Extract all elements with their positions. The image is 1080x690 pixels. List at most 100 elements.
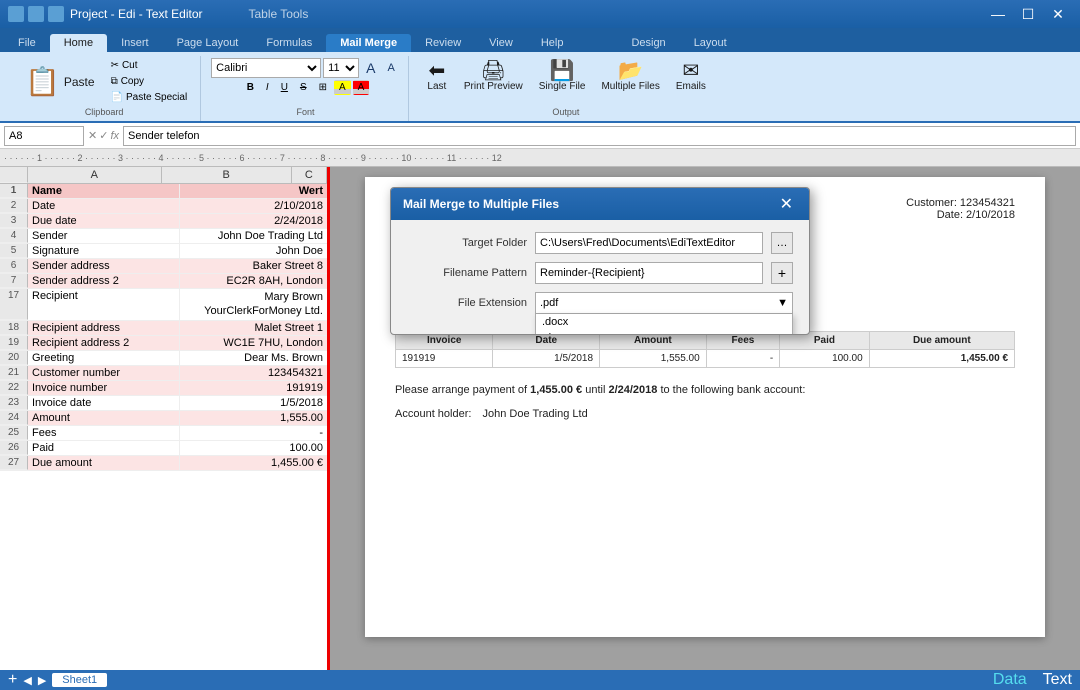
borders-button[interactable]: ⊞: [314, 80, 332, 95]
data-label[interactable]: Data: [993, 671, 1027, 689]
emails-button[interactable]: ✉ Emails: [669, 58, 713, 95]
app-icon-1: [8, 6, 24, 22]
cell-b25[interactable]: -: [180, 426, 328, 440]
cell-a27[interactable]: Due amount: [28, 456, 180, 470]
next-sheet-button[interactable]: ▶: [38, 674, 46, 687]
cell-a4[interactable]: Sender: [28, 229, 180, 243]
tab-layout[interactable]: Layout: [680, 34, 741, 52]
maximize-button[interactable]: ☐: [1014, 3, 1042, 25]
bold-button[interactable]: B: [242, 80, 259, 95]
paste-special-button[interactable]: 📄 Paste Special: [106, 90, 193, 105]
tab-mail-merge[interactable]: Mail Merge: [326, 34, 411, 52]
formula-input[interactable]: [123, 126, 1076, 146]
italic-button[interactable]: I: [261, 80, 274, 95]
print-preview-icon: 🖨: [481, 61, 506, 81]
cell-a26[interactable]: Paid: [28, 441, 180, 455]
table-row: 17 Recipient Mary Brown YourClerkForMone…: [0, 289, 327, 321]
cell-a1[interactable]: Name: [28, 184, 180, 198]
decrease-font-button[interactable]: A: [383, 60, 400, 76]
browse-button[interactable]: …: [771, 232, 793, 254]
cell-b6[interactable]: Baker Street 8: [180, 259, 328, 273]
cell-a6[interactable]: Sender address: [28, 259, 180, 273]
cell-a7[interactable]: Sender address 2: [28, 274, 180, 288]
table-row: 2 Date 2/10/2018: [0, 199, 327, 214]
cell-b3[interactable]: 2/24/2018: [180, 214, 328, 228]
col-header-a[interactable]: A: [28, 167, 162, 183]
ribbon: 📋 Paste ✂ Cut ⧉ Copy 📄 Paste Special: [0, 52, 1080, 123]
prev-sheet-button[interactable]: ◀: [23, 674, 31, 687]
cell-b18[interactable]: Malet Street 1: [180, 321, 328, 335]
tab-file[interactable]: File: [4, 34, 50, 52]
tab-help[interactable]: Help: [527, 34, 578, 52]
cell-b1[interactable]: Wert: [180, 184, 328, 198]
cell-b26[interactable]: 100.00: [180, 441, 328, 455]
tab-page-layout[interactable]: Page Layout: [163, 34, 253, 52]
tab-design[interactable]: Design: [617, 34, 679, 52]
add-sheet-button[interactable]: +: [8, 671, 17, 689]
print-preview-button[interactable]: 🖨 Print Preview: [457, 58, 530, 95]
strikethrough-button[interactable]: S: [295, 80, 312, 95]
cell-a24[interactable]: Amount: [28, 411, 180, 425]
dropdown-selected[interactable]: .pdf ▼: [535, 292, 793, 314]
paste-button[interactable]: 📋 Paste: [16, 60, 104, 103]
cell-a20[interactable]: Greeting: [28, 351, 180, 365]
cell-a2[interactable]: Date: [28, 199, 180, 213]
text-label[interactable]: Text: [1043, 671, 1072, 689]
cell-a17[interactable]: Recipient: [28, 289, 180, 320]
increase-font-button[interactable]: A: [361, 58, 380, 78]
cell-b17[interactable]: Mary Brown YourClerkForMoney Ltd.: [180, 289, 328, 320]
cell-b7[interactable]: EC2R 8AH, London: [180, 274, 328, 288]
cell-b5[interactable]: John Doe: [180, 244, 328, 258]
multiple-files-button[interactable]: 📂 Multiple Files: [594, 58, 666, 95]
single-file-button[interactable]: 💾 Single File: [532, 58, 593, 95]
tab-review[interactable]: Review: [411, 34, 475, 52]
cell-a21[interactable]: Customer number: [28, 366, 180, 380]
window-controls: — ☐ ✕: [984, 3, 1072, 25]
cell-a3[interactable]: Due date: [28, 214, 180, 228]
add-pattern-button[interactable]: +: [771, 262, 793, 284]
tab-insert[interactable]: Insert: [107, 34, 163, 52]
dialog-close-button[interactable]: ✕: [776, 194, 797, 214]
cell-b23[interactable]: 1/5/2018: [180, 396, 328, 410]
close-button[interactable]: ✕: [1044, 3, 1072, 25]
minimize-button[interactable]: —: [984, 3, 1012, 25]
font-size-select[interactable]: 11: [323, 58, 359, 78]
cell-a25[interactable]: Fees: [28, 426, 180, 440]
highlight-button[interactable]: A: [334, 80, 351, 95]
filename-pattern-row: Filename Pattern +: [407, 262, 793, 284]
cut-button[interactable]: ✂ Cut: [106, 58, 193, 73]
cell-b24[interactable]: 1,555.00: [180, 411, 328, 425]
cell-a23[interactable]: Invoice date: [28, 396, 180, 410]
cell-a22[interactable]: Invoice number: [28, 381, 180, 395]
copy-button[interactable]: ⧉ Copy: [106, 74, 193, 89]
tab-home[interactable]: Home: [50, 34, 107, 52]
font-family-select[interactable]: Calibri: [211, 58, 321, 78]
cell-b27[interactable]: 1,455.00 €: [180, 456, 328, 470]
cell-b22[interactable]: 191919: [180, 381, 328, 395]
cell-b2[interactable]: 2/10/2018: [180, 199, 328, 213]
underline-button[interactable]: U: [276, 80, 293, 95]
cell-b4[interactable]: John Doe Trading Ltd: [180, 229, 328, 243]
col-header-b[interactable]: B: [162, 167, 292, 183]
cell-a19[interactable]: Recipient address 2: [28, 336, 180, 350]
tab-formulas[interactable]: Formulas: [252, 34, 326, 52]
cell-reference-box[interactable]: [4, 126, 84, 146]
cell-b19[interactable]: WC1E 7HU, London: [180, 336, 328, 350]
cell-b21[interactable]: 123454321: [180, 366, 328, 380]
tab-view[interactable]: View: [475, 34, 527, 52]
cell-a5[interactable]: Signature: [28, 244, 180, 258]
col-header-c[interactable]: C: [292, 167, 327, 183]
font-color-button[interactable]: A: [353, 80, 370, 95]
filename-pattern-input[interactable]: [535, 262, 763, 284]
cell-b20[interactable]: Dear Ms. Brown: [180, 351, 328, 365]
app-icon-2: [28, 6, 44, 22]
option-doc[interactable]: .doc: [536, 330, 792, 335]
option-docx[interactable]: .docx: [536, 314, 792, 330]
file-extension-dropdown[interactable]: .pdf ▼ .docx .doc .odt .rtf .xml .epub .…: [535, 292, 793, 314]
sheet-tab[interactable]: Sheet1: [52, 673, 107, 687]
cell-a18[interactable]: Recipient address: [28, 321, 180, 335]
main-area: A B C 1 Name Wert 2 Date 2/10/2018 3 Due…: [0, 167, 1080, 670]
status-bar: + ◀ ▶ Sheet1 Data Text: [0, 670, 1080, 690]
last-button[interactable]: ⬅ Last: [419, 58, 455, 95]
target-folder-input[interactable]: [535, 232, 763, 254]
